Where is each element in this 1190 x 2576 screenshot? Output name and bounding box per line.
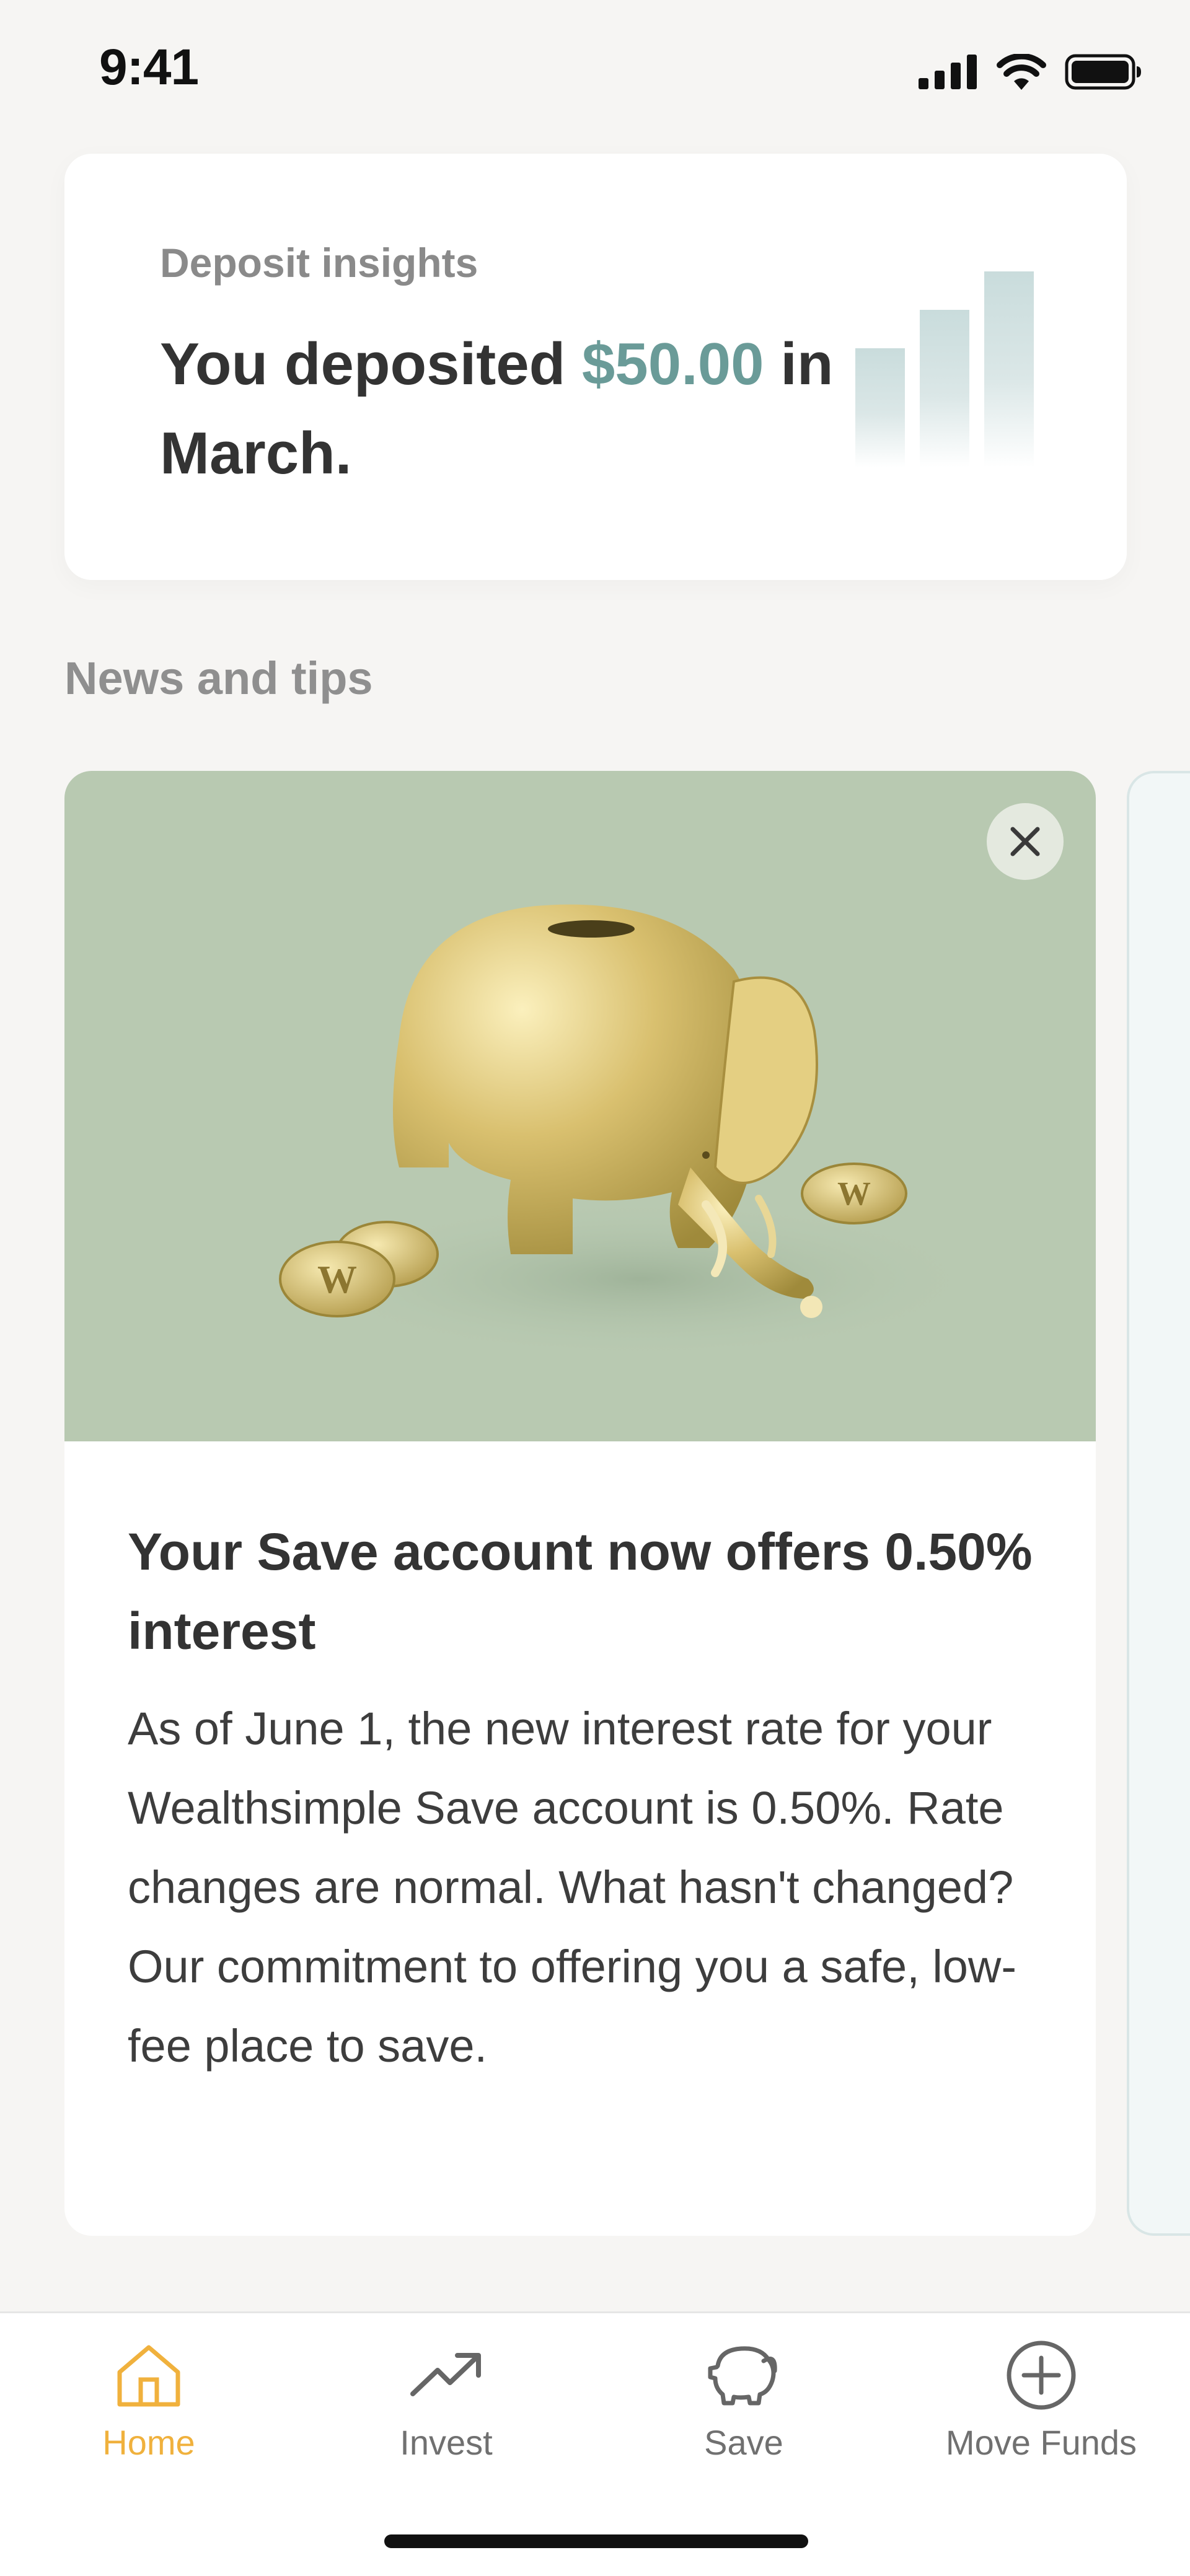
tab-save[interactable]: Save (595, 2332, 892, 2481)
tab-label-home: Home (102, 2423, 195, 2462)
wifi-icon (997, 54, 1046, 90)
news-section-title: News and tips (64, 653, 373, 704)
deposit-amount: $50.00 (581, 331, 764, 397)
status-icons (919, 50, 1142, 94)
bar-chart-icon (855, 271, 1034, 467)
close-icon (1010, 827, 1040, 856)
tab-move-funds[interactable]: Move Funds (892, 2332, 1190, 2481)
home-indicator (384, 2534, 808, 2548)
tab-label-save: Save (704, 2423, 783, 2462)
tab-invest[interactable]: Invest (298, 2332, 595, 2481)
deposit-insights-card[interactable]: Deposit insights You deposited $50.00 in… (64, 154, 1127, 580)
news-body: As of June 1, the new interest rate for … (128, 1703, 1017, 2072)
elephant-piggy-bank-image: W W (279, 904, 988, 1360)
status-bar: 9:41 (0, 0, 1190, 149)
piggy-bank-icon (708, 2346, 777, 2406)
svg-text:W: W (317, 1257, 357, 1301)
close-button[interactable] (987, 803, 1064, 880)
next-news-card[interactable] (1127, 771, 1190, 2236)
tab-home[interactable]: Home (0, 2332, 298, 2481)
tab-label-invest: Invest (400, 2423, 493, 2462)
trend-up-icon (410, 2353, 481, 2396)
deposit-insights-text: You deposited $50.00 in March. (160, 320, 842, 498)
home-icon (117, 2345, 180, 2407)
svg-text:W: W (837, 1175, 871, 1212)
deposit-insights-label: Deposit insights (160, 240, 478, 286)
deposit-text-before: You deposited (160, 331, 582, 397)
news-title: Your Save account now offers 0.50% inter… (128, 1523, 1033, 1660)
news-card[interactable]: W W Your Save account now offers 0.50% i… (64, 771, 1096, 2236)
tab-label-move-funds: Move Funds (945, 2423, 1137, 2462)
cellular-signal-icon (919, 55, 977, 89)
news-image: W W (64, 771, 1096, 1441)
battery-icon (1065, 54, 1141, 90)
status-time: 9:41 (99, 39, 199, 95)
plus-circle-icon (1007, 2341, 1076, 2410)
